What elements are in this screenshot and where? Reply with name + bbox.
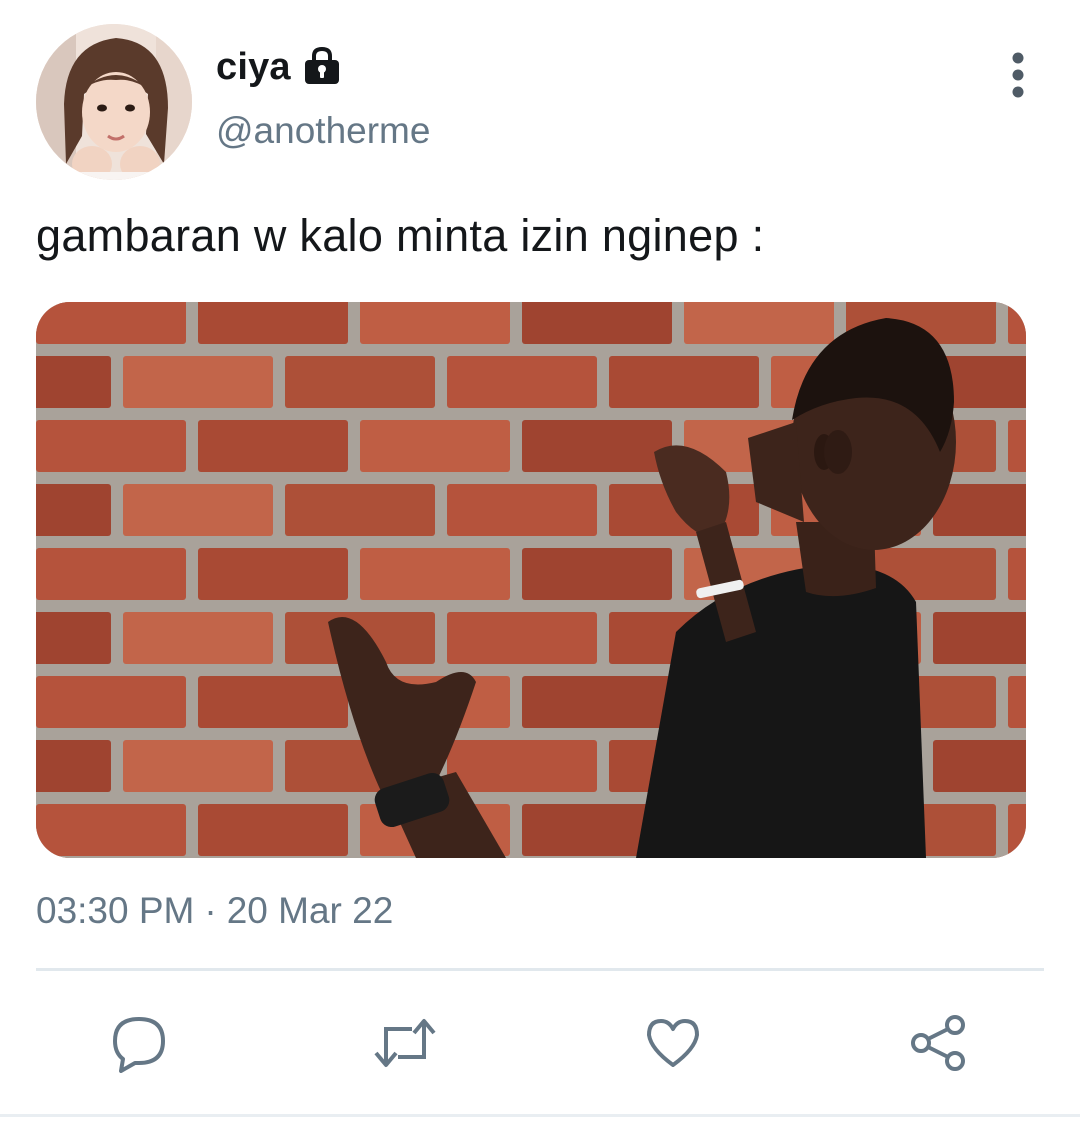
avatar[interactable] <box>36 24 192 180</box>
display-name-row: ciya <box>216 42 343 92</box>
bottom-divider <box>0 1114 1080 1117</box>
divider <box>36 968 1044 971</box>
media-illustration <box>36 302 1026 858</box>
more-options-icon[interactable] <box>996 48 1040 102</box>
display-name[interactable]: ciya <box>216 46 291 89</box>
retweet-icon <box>370 1013 440 1078</box>
share-button[interactable] <box>904 1010 974 1080</box>
tweet-card: ciya @anotherme gambaran w kalo minta iz… <box>0 0 1080 1135</box>
tweet-time: 03:30 PM <box>36 890 195 931</box>
avatar-image <box>36 24 192 180</box>
timestamp-separator: · <box>204 890 217 931</box>
retweet-button[interactable] <box>370 1010 440 1080</box>
reply-button[interactable] <box>104 1010 174 1080</box>
comment-icon <box>109 1013 169 1078</box>
tweet-media-image[interactable] <box>36 302 1026 858</box>
heart-icon <box>643 1013 703 1078</box>
lock-icon <box>301 46 343 88</box>
share-icon <box>907 1011 971 1080</box>
tweet-timestamp[interactable]: 03:30 PM · 20 Mar 22 <box>36 890 393 932</box>
user-handle[interactable]: @anotherme <box>216 110 430 152</box>
tweet-text: gambaran w kalo minta izin nginep : <box>36 210 765 261</box>
like-button[interactable] <box>638 1010 708 1080</box>
tweet-date: 20 Mar 22 <box>226 890 394 931</box>
